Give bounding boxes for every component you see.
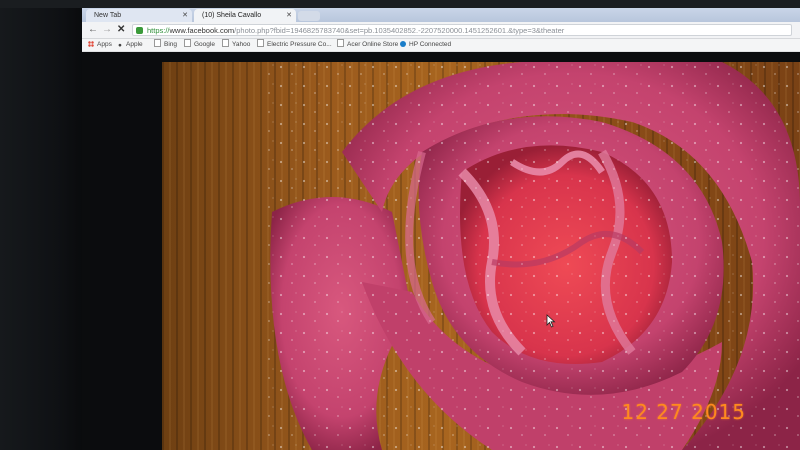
tab-label: (10) Sheila Cavallo [202, 12, 262, 19]
rose-photo [262, 62, 800, 450]
apps-grid-icon [88, 41, 94, 47]
page-icon [257, 39, 264, 47]
page-icon [184, 39, 191, 47]
page-icon [337, 39, 344, 47]
url-host: www.facebook.com [169, 26, 235, 35]
bookmark-google[interactable]: Google [184, 39, 215, 51]
stop-icon[interactable]: ✕ [117, 24, 125, 36]
hp-icon [400, 41, 406, 47]
tab-new-tab[interactable]: New Tab ✕ [86, 9, 192, 22]
new-tab-button[interactable] [298, 11, 320, 21]
tab-strip: New Tab ✕ (10) Sheila Cavallo ✕ [82, 8, 800, 22]
tab-facebook[interactable]: (10) Sheila Cavallo ✕ [194, 9, 296, 22]
lock-icon [136, 27, 143, 34]
page-content [82, 52, 800, 450]
bookmark-hp-connected[interactable]: HP Connected [400, 39, 451, 51]
bookmark-acer-store[interactable]: Acer Online Store [337, 39, 398, 51]
bookmarks-bar: Apps ● Apple Bing Google Yahoo Electric P… [82, 39, 800, 52]
page-icon [154, 39, 161, 47]
bookmark-apps[interactable]: Apps [88, 39, 112, 51]
mouse-cursor-icon [546, 314, 556, 328]
page-icon [222, 39, 229, 47]
monitor-bezel-top [0, 0, 800, 8]
close-icon[interactable]: ✕ [286, 9, 292, 22]
browser-window: New Tab ✕ (10) Sheila Cavallo ✕ ← → ✕ ht… [82, 8, 800, 450]
bookmark-yahoo[interactable]: Yahoo [222, 39, 250, 51]
apple-icon: ● [118, 42, 122, 49]
photo-viewer-image[interactable] [162, 62, 800, 450]
address-bar[interactable]: https://www.facebook.com/photo.php?fbid=… [132, 24, 792, 36]
close-icon[interactable]: ✕ [182, 9, 188, 22]
back-arrow-icon[interactable]: ← [88, 24, 98, 36]
browser-toolbar: ← → ✕ https://www.facebook.com/photo.php… [82, 22, 800, 39]
bookmark-bing[interactable]: Bing [154, 39, 177, 51]
url-scheme: https:// [147, 26, 170, 35]
bookmark-apple[interactable]: ● Apple [118, 39, 143, 51]
url-path: /photo.php?fbid=1946825783740&set=pb.103… [234, 26, 565, 35]
forward-arrow-icon[interactable]: → [102, 24, 112, 36]
tab-label: New Tab [94, 12, 122, 19]
camera-date-stamp: 12 27 2015 [621, 400, 746, 424]
bookmark-electric-pressure[interactable]: Electric Pressure Co... [257, 39, 332, 51]
monitor-bezel [0, 0, 82, 450]
